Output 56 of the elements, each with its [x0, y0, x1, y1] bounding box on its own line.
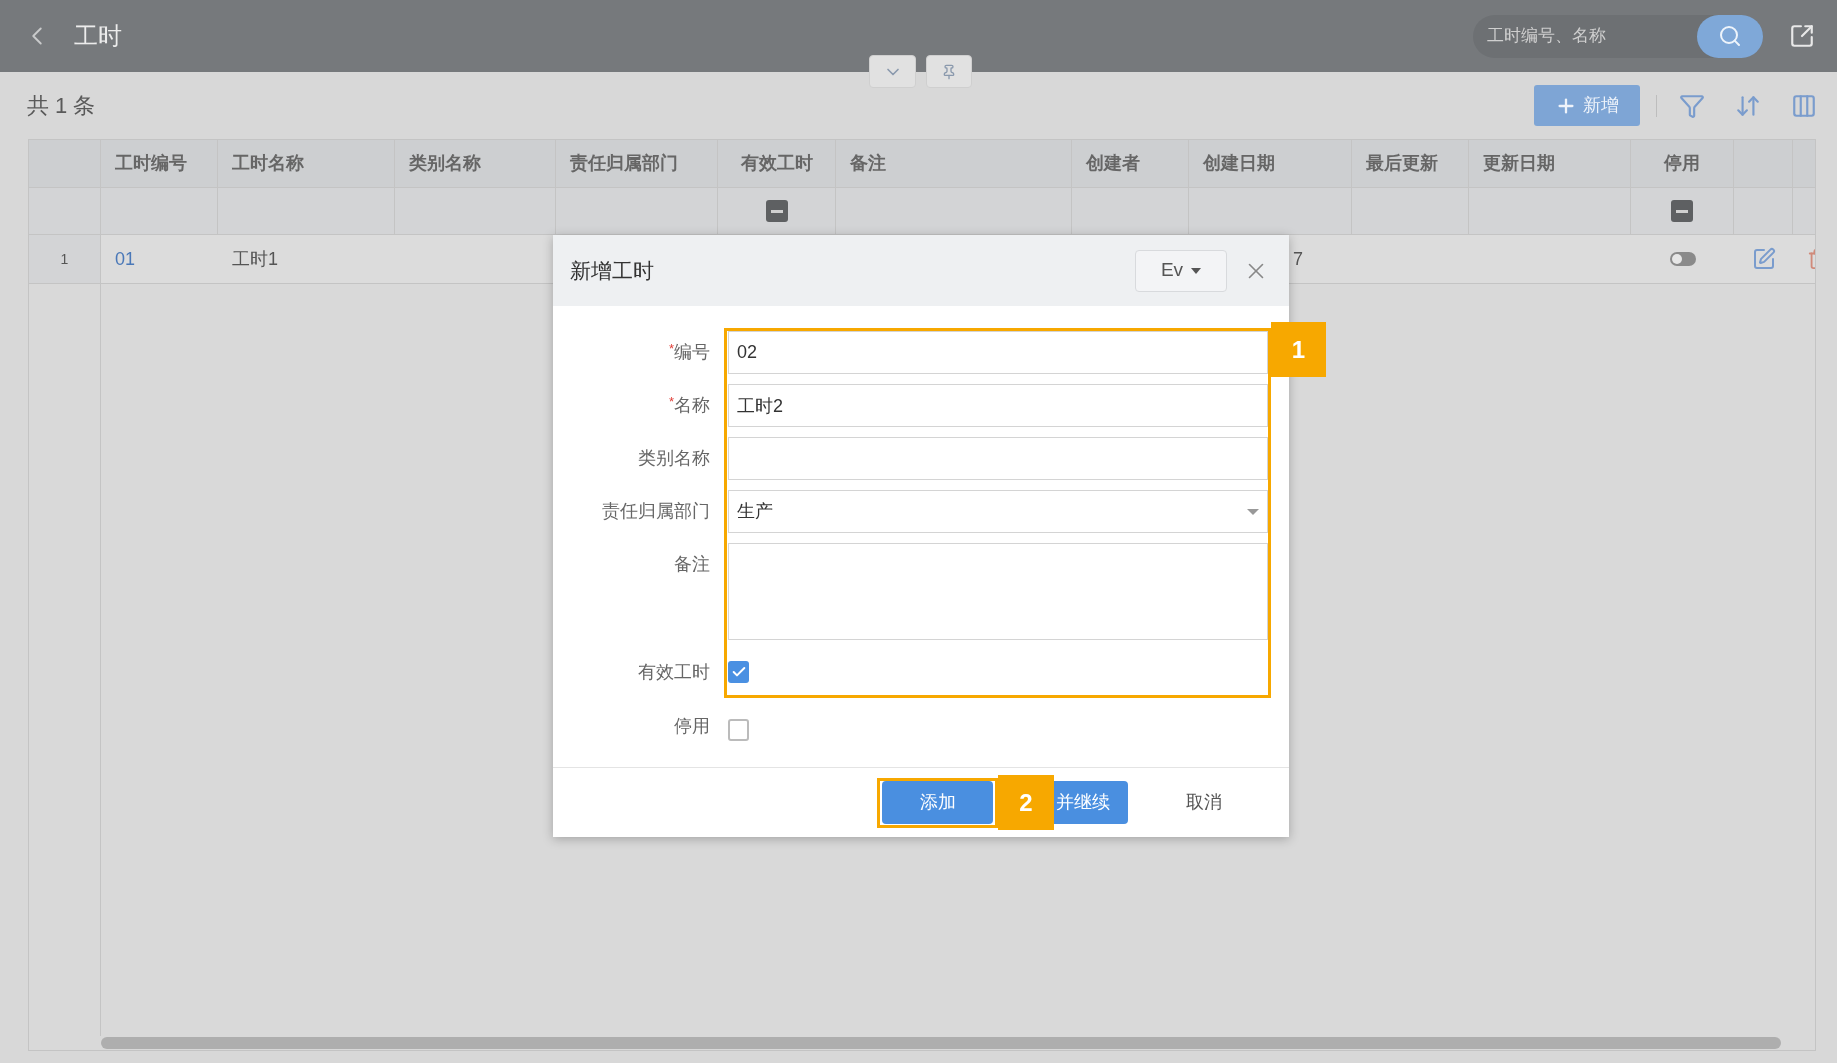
field-label: *名称	[668, 393, 710, 417]
column-header[interactable]: 更新日期	[1483, 150, 1555, 177]
text-field[interactable]	[728, 437, 1268, 480]
table-cell: 7	[1293, 248, 1303, 269]
text-field[interactable]: 02	[728, 331, 1268, 374]
dialog-title: 新增工时	[570, 257, 654, 284]
record-count: 共 1 条	[27, 92, 96, 120]
column-header[interactable]: 有效工时	[740, 150, 813, 177]
horizontal-scrollbar[interactable]	[101, 1037, 1781, 1049]
page-title: 工时	[74, 21, 122, 51]
export-icon[interactable]	[1789, 23, 1815, 49]
toggle-switch[interactable]	[1669, 252, 1696, 266]
select-field[interactable]: 生产	[728, 490, 1268, 533]
remarks-field[interactable]	[728, 543, 1268, 640]
primary-button[interactable]: 添加	[882, 781, 993, 824]
column-header[interactable]: 备注	[850, 150, 886, 177]
code-link[interactable]: 01	[115, 248, 136, 269]
search-icon	[1718, 24, 1742, 48]
text-field[interactable]: 工时2	[728, 384, 1268, 427]
field-label: 责任归属部门	[602, 500, 710, 523]
column-header[interactable]: 责任归属部门	[570, 150, 678, 177]
field-label: 有效工时	[638, 660, 710, 684]
row-number: 1	[60, 249, 69, 269]
indeterminate-checkbox[interactable]	[765, 200, 788, 222]
field-label: 类别名称	[638, 447, 710, 470]
column-header[interactable]: 创建者	[1086, 150, 1140, 177]
pin-button[interactable]	[926, 55, 972, 88]
search-input[interactable]: 工时编号、名称	[1487, 23, 1677, 49]
search-field[interactable]: 工时编号、名称	[1473, 14, 1763, 58]
filter-icon[interactable]	[1679, 92, 1705, 119]
column-header[interactable]: 工时编号	[115, 150, 187, 177]
pin-icon	[941, 63, 957, 80]
column-header[interactable]: 创建日期	[1203, 150, 1275, 177]
checkbox[interactable]	[728, 719, 749, 741]
column-header[interactable]: 工时名称	[232, 150, 304, 177]
column-header[interactable]: 最后更新	[1366, 150, 1438, 177]
checkbox[interactable]	[728, 661, 749, 683]
field-label: 备注	[674, 553, 710, 576]
step-badge: 1	[1271, 322, 1326, 377]
caret-icon	[1191, 267, 1202, 274]
cancel-button[interactable]: 取消	[1178, 781, 1230, 824]
primary-button[interactable]: 并继续	[1054, 781, 1128, 824]
edit-icon[interactable]	[1751, 247, 1776, 271]
language-dropdown[interactable]: Ev	[1135, 249, 1227, 292]
columns-icon[interactable]	[1791, 92, 1817, 119]
collapse-button[interactable]	[869, 55, 916, 88]
search-button[interactable]	[1697, 14, 1763, 58]
column-header[interactable]: 停用	[1664, 150, 1700, 177]
field-label: *编号	[668, 340, 710, 364]
field-label: 停用	[674, 714, 710, 738]
add-button[interactable]: 新增	[1534, 85, 1640, 126]
table-cell: 工时1	[232, 248, 278, 269]
step-badge: 2	[998, 775, 1054, 830]
caret-icon	[1247, 508, 1259, 515]
column-header[interactable]: 类别名称	[409, 150, 481, 177]
indeterminate-checkbox[interactable]	[1671, 200, 1693, 222]
